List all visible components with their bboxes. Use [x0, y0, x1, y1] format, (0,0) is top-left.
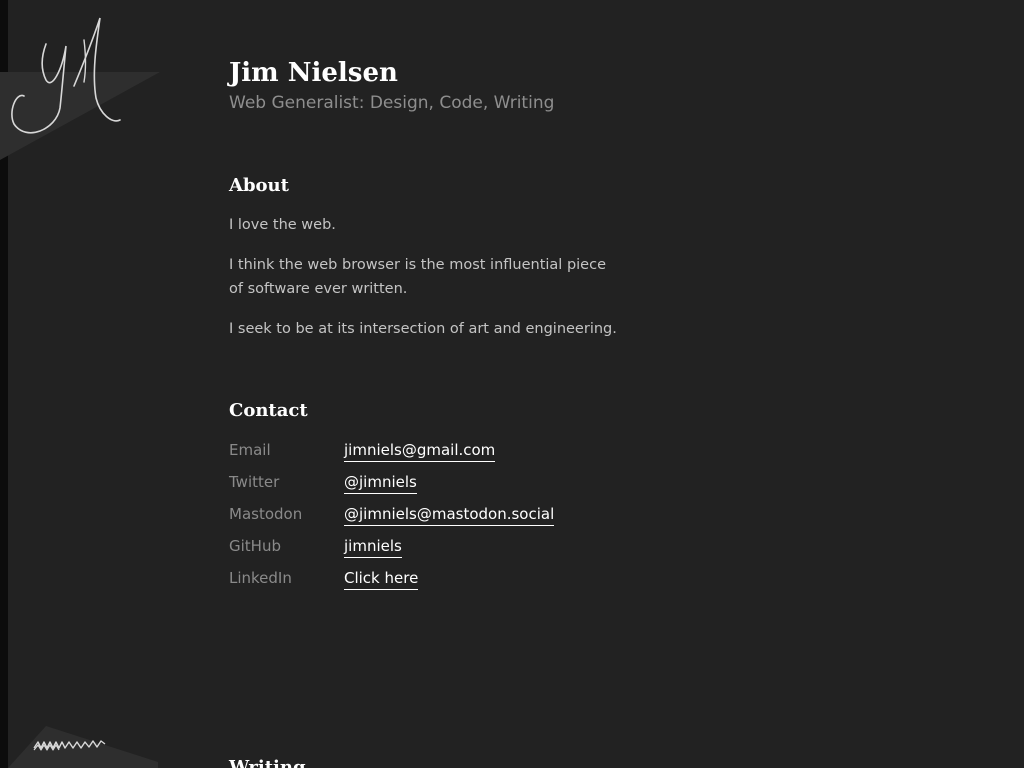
about-heading: About [229, 175, 289, 196]
site-title[interactable]: Jim Nielsen [229, 57, 398, 89]
contact-row-email: Email jimniels@gmail.com [229, 438, 554, 470]
email-link[interactable]: jimniels@gmail.com [344, 438, 496, 462]
writing-heading: Writing [229, 757, 306, 768]
about-paragraph: I think the web browser is the most infl… [229, 257, 606, 297]
contact-label-github: GitHub [229, 537, 281, 555]
contact-label-twitter: Twitter [229, 473, 280, 491]
about-paragraph: I love the web. [229, 217, 336, 233]
contact-label-mastodon: Mastodon [229, 505, 303, 523]
site-tagline: Web Generalist: Design, Code, Writing [229, 93, 555, 113]
contact-row-mastodon: Mastodon @jimniels@mastodon.social [229, 502, 555, 534]
contact-row-linkedin: LinkedIn Click here [229, 566, 554, 598]
contact-row-twitter: Twitter @jimniels [229, 470, 554, 502]
contact-label-email: Email [229, 441, 271, 459]
signature-logo-icon[interactable] [0, 0, 170, 170]
linkedin-link[interactable]: Click here [344, 566, 419, 590]
twitter-link[interactable]: @jimniels [344, 470, 417, 494]
about-text: I love the web. I think the web browser … [229, 213, 619, 357]
contact-label-linkedin: LinkedIn [229, 569, 292, 587]
contact-row-github: GitHub jimniels [229, 534, 554, 566]
contact-heading: Contact [229, 400, 308, 421]
mastodon-link[interactable]: @jimniels@mastodon.social [344, 502, 555, 526]
about-paragraph: I seek to be at its intersection of art … [229, 321, 617, 337]
github-link[interactable]: jimniels [344, 534, 402, 558]
scribble-decoration-icon [8, 726, 158, 768]
contact-list: Email jimniels@gmail.com Twitter @jimnie… [229, 438, 555, 598]
